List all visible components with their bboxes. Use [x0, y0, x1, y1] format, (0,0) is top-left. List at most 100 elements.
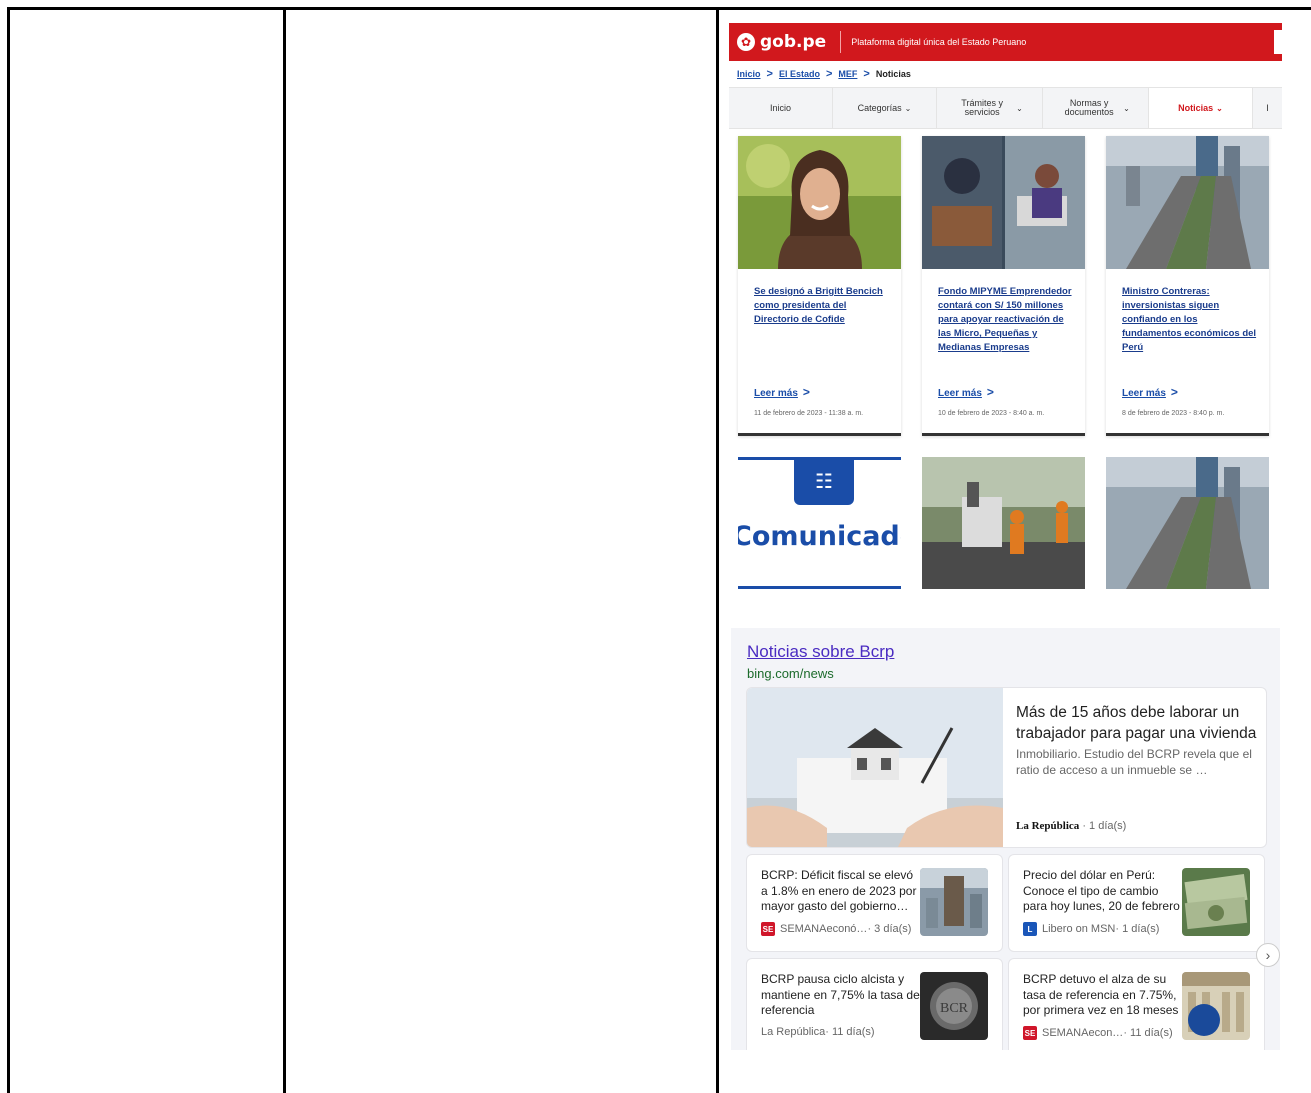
breadcrumb-separator: >: [825, 68, 833, 80]
gob-header: ✿ gob.pe Plataforma digital única del Es…: [729, 23, 1282, 61]
news-card-title[interactable]: Fondo MIPYME Emprendedor contará con S/ …: [938, 285, 1073, 355]
bing-news-panel: Noticias sobre Bcrp bing.com/news Más de…: [731, 628, 1280, 1050]
next-arrow-icon[interactable]: ›: [1256, 943, 1280, 967]
news-card[interactable]: Fondo MIPYME Emprendedor contará con S/ …: [922, 136, 1085, 436]
news-item-source: SE SEMANAeconó… · 3 día(s): [761, 922, 911, 936]
nav-item-label: Inicio: [769, 102, 791, 113]
news-thumbnail: [920, 868, 988, 936]
featured-news-photo: [747, 688, 1003, 847]
table-column-divider: [7, 7, 10, 1093]
breadcrumb-el-estado[interactable]: El Estado: [779, 69, 820, 79]
table-column-divider: [716, 7, 719, 1093]
bing-news-title[interactable]: Noticias sobre Bcrp: [747, 642, 894, 662]
news-item-source: SE SEMANAecon… · 11 día(s): [1023, 1026, 1173, 1040]
news-photo: [922, 136, 1085, 269]
news-thumbnail: [1182, 868, 1250, 936]
news-item[interactable]: BCRP: Déficit fiscal se elevó a 1.8% en …: [746, 854, 1003, 952]
breadcrumb-separator: >: [766, 68, 773, 80]
bing-news-url: bing.com/news: [747, 666, 834, 681]
news-photo: [1106, 136, 1269, 269]
source-name: SEMANAeconó…: [780, 923, 868, 935]
news-cards: Se designó a Brigitt Bencich como presid…: [738, 136, 1269, 436]
source-name: La República: [761, 1026, 826, 1038]
news-item-source: La República · 11 día(s): [761, 1026, 875, 1038]
nav-item-categorias[interactable]: Categorías ⌄: [833, 88, 937, 128]
table-top-border: [7, 7, 1311, 10]
news-photo: [1106, 457, 1269, 589]
news-photo: [738, 136, 901, 269]
news-card[interactable]: Se designó a Brigitt Bencich como presid…: [738, 136, 901, 436]
featured-news-title[interactable]: Más de 15 años debe laborar un trabajado…: [1016, 702, 1261, 744]
nav-item-label: Normas y documentos: [1064, 98, 1114, 117]
chevron-down-icon: ⌄: [904, 103, 912, 113]
news-card-title[interactable]: Ministro Contreras: inversionistas sigue…: [1122, 285, 1257, 355]
news-card[interactable]: Ministro Contreras: inversionistas sigue…: [1106, 136, 1269, 436]
news-thumbnail: [1182, 972, 1250, 1040]
news-item-source: L Libero on MSN · 1 día(s): [1023, 922, 1159, 936]
news-cards-row-2: ☷ Comunicado: [738, 457, 1269, 589]
featured-news-source: La República · 1 día(s): [1016, 820, 1126, 832]
news-item[interactable]: Precio del dólar en Perú: Conoce el tipo…: [1008, 854, 1265, 952]
nav-item-label: Trámites y servicios: [961, 98, 1003, 117]
chevron-down-icon: ⌄: [1016, 103, 1023, 113]
table-column-divider: [283, 7, 286, 1093]
news-card-comunicado[interactable]: ☷ Comunicado: [738, 457, 901, 589]
breadcrumb: Inicio > El Estado > MEF > Noticias: [729, 61, 1282, 87]
news-photo: [922, 457, 1085, 589]
chevron-down-icon: ⌄: [1216, 103, 1223, 113]
read-more-link[interactable]: Leer más >: [754, 385, 810, 399]
breadcrumb-current: Noticias: [875, 69, 911, 79]
nav-item-tramites[interactable]: Trámites y servicios ⌄: [937, 88, 1043, 128]
semana-economica-icon: SE: [1023, 1026, 1037, 1040]
read-more-link[interactable]: Leer más >: [938, 385, 994, 399]
source-name: La República: [1016, 820, 1080, 832]
gob-tagline: Plataforma digital única del Estado Peru…: [851, 37, 1027, 47]
peru-shield-icon: ✿: [737, 33, 755, 51]
breadcrumb-inicio[interactable]: Inicio: [737, 69, 761, 79]
chevron-right-icon: >: [802, 385, 810, 399]
header-divider: [840, 31, 842, 53]
news-age: · 11 día(s): [1123, 1027, 1173, 1039]
gob-logo-text: gob.pe: [760, 32, 827, 52]
comunicado-title: Comunicado: [738, 521, 901, 552]
gob-pe-screenshot: ✿ gob.pe Plataforma digital única del Es…: [729, 23, 1282, 598]
read-more-link[interactable]: Leer más >: [1122, 385, 1178, 399]
nav-item-more[interactable]: I: [1253, 88, 1282, 128]
news-thumbnail: BCR: [920, 972, 988, 1040]
news-card-date: 10 de febrero de 2023 - 8:40 a. m.: [938, 410, 1045, 417]
gob-logo[interactable]: ✿ gob.pe: [737, 32, 826, 52]
nav-item-label: Categorías: [857, 102, 902, 113]
header-search-box[interactable]: [1274, 30, 1282, 54]
chevron-right-icon: >: [986, 385, 994, 399]
source-name: SEMANAecon…: [1042, 1027, 1124, 1039]
news-item[interactable]: BCRP pausa ciclo alcista y mantiene en 7…: [746, 958, 1003, 1050]
chevron-right-icon: >: [1170, 385, 1178, 399]
svg-text:BCR: BCR: [940, 1001, 969, 1016]
breadcrumb-mef[interactable]: MEF: [838, 69, 857, 79]
news-card-title[interactable]: Se designó a Brigitt Bencich como presid…: [754, 285, 889, 327]
featured-news-card[interactable]: Más de 15 años debe laborar un trabajado…: [746, 687, 1267, 848]
news-card[interactable]: [922, 457, 1085, 589]
news-item-title[interactable]: BCRP detuvo el alza de su tasa de refere…: [1023, 972, 1183, 1019]
main-nav: Inicio Categorías ⌄ Trámites y servicios…: [729, 87, 1282, 129]
news-age: · 3 día(s): [867, 923, 912, 935]
news-item-title[interactable]: BCRP: Déficit fiscal se elevó a 1.8% en …: [761, 868, 921, 915]
news-age: · 11 día(s): [825, 1026, 875, 1038]
news-card-date: 11 de febrero de 2023 - 11:38 a. m.: [754, 410, 864, 417]
nav-item-normas[interactable]: Normas y documentos ⌄: [1043, 88, 1149, 128]
news-card-date: 8 de febrero de 2023 - 8:40 p. m.: [1122, 410, 1225, 417]
breadcrumb-separator: >: [863, 68, 870, 80]
news-age: · 1 día(s): [1082, 820, 1127, 832]
source-name: Libero on MSN: [1042, 923, 1116, 935]
featured-news-snippet: Inmobiliario. Estudio del BCRP revela qu…: [1016, 747, 1252, 777]
news-item-title[interactable]: Precio del dólar en Perú: Conoce el tipo…: [1023, 868, 1183, 915]
nav-item-inicio[interactable]: Inicio: [729, 88, 833, 128]
nav-item-noticias[interactable]: Noticias ⌄: [1149, 88, 1253, 128]
people-icon: ☷: [794, 457, 854, 505]
news-card[interactable]: [1106, 457, 1269, 589]
news-item[interactable]: BCRP detuvo el alza de su tasa de refere…: [1008, 958, 1265, 1050]
news-item-title[interactable]: BCRP pausa ciclo alcista y mantiene en 7…: [761, 972, 921, 1019]
chevron-down-icon: ⌄: [1123, 103, 1130, 113]
semana-economica-icon: SE: [761, 922, 775, 936]
nav-item-label: Noticias: [1178, 102, 1214, 113]
